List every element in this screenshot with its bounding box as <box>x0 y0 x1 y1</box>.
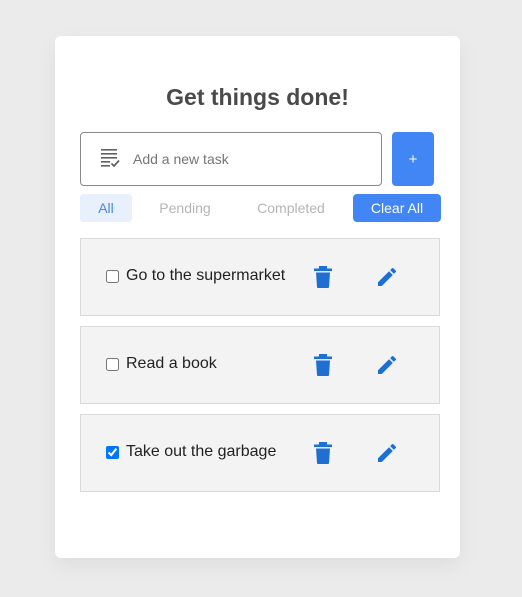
task-checkbox[interactable] <box>106 358 119 371</box>
clear-all-button[interactable]: Clear All <box>353 194 441 222</box>
task-item: Read a book <box>80 326 440 404</box>
page-title: Get things done! <box>166 84 349 110</box>
task-item: Take out the garbage <box>80 414 440 492</box>
filter-pending-tab[interactable]: Pending <box>147 194 223 222</box>
pencil-icon[interactable] <box>375 265 399 289</box>
task-label: Go to the supermarket <box>126 267 286 284</box>
trash-icon[interactable] <box>313 442 333 464</box>
trash-icon[interactable] <box>313 354 333 376</box>
todo-card: Get things done! + All Pending Completed… <box>55 36 460 558</box>
task-item: Go to the supermarket <box>80 238 440 316</box>
task-label: Read a book <box>126 355 217 372</box>
pencil-icon[interactable] <box>375 353 399 377</box>
new-task-input[interactable] <box>133 145 373 173</box>
task-checkbox[interactable] <box>106 270 119 283</box>
trash-icon[interactable] <box>313 266 333 288</box>
task-label: Take out the garbage <box>126 443 277 460</box>
task-list-icon <box>101 149 120 168</box>
pencil-icon[interactable] <box>375 441 399 465</box>
filter-all-tab[interactable]: All <box>80 194 132 222</box>
filter-completed-tab[interactable]: Completed <box>245 194 337 222</box>
task-checkbox[interactable] <box>106 446 119 459</box>
add-task-button[interactable]: + <box>392 132 434 186</box>
task-input-wrapper[interactable] <box>80 132 382 186</box>
